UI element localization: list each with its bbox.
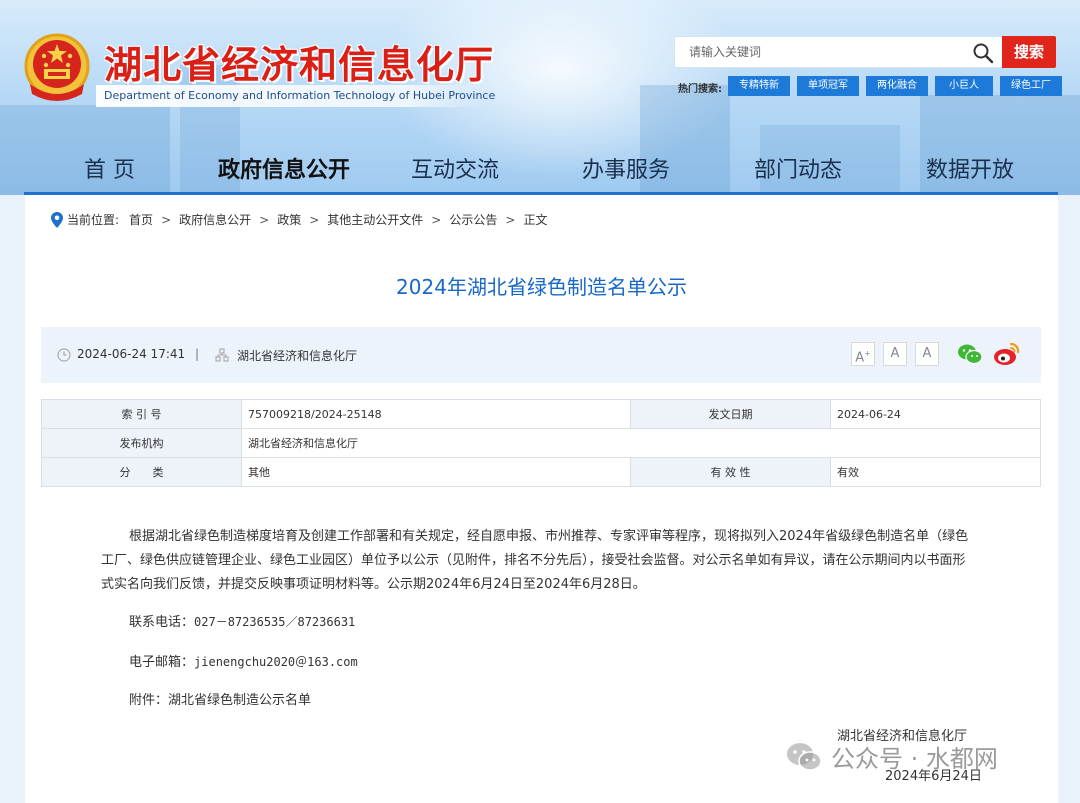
wechat-watermark-icon [787,742,822,771]
article-body: 根据湖北省绿色制造梯度培育及创建工作部署和有关规定，经自愿申报、市州推荐、专家评… [101,525,971,597]
font-size-label: A [855,350,865,366]
publish-datetime: 2024-06-24 17:41 [77,347,186,361]
font-size-increase-button[interactable]: A+ [851,342,875,366]
info-value: 其他 [241,457,631,487]
hot-search-tags: 专精特新 单项冠军 两化融合 小巨人 绿色工厂 [728,76,1062,96]
table-row: 分 类 其他 有 效 性 有效 [41,457,1041,487]
search-icon[interactable] [972,42,994,64]
main-nav: 首 页 政府信息公开 互动交流 办事服务 部门动态 数据开放 [0,148,1080,190]
breadcrumb-link-home[interactable]: 首页 [129,211,153,228]
search-box [674,36,1002,68]
email-address: jienengchu2020＠163.com [194,655,358,669]
hot-search-label: 热门搜索: [678,84,722,95]
nav-item-open-data[interactable]: 数据开放 [926,152,1014,184]
info-value: 2024-06-24 [830,399,1041,429]
attachment-line: 附件：湖北省绿色制造公示名单 [129,689,311,708]
nav-item-services[interactable]: 办事服务 [582,152,670,184]
info-key: 发文日期 [630,399,831,429]
hot-tag[interactable]: 单项冠军 [797,76,859,96]
attachment-link[interactable]: 湖北省绿色制造公示名单 [168,693,311,708]
nav-item-home[interactable]: 首 页 [84,152,135,184]
phone-label: 联系电话： [129,615,195,630]
breadcrumb-link-notices[interactable]: 公示公告 [449,211,497,228]
breadcrumb-separator: > [161,212,172,227]
breadcrumb-label: 当前位置: [67,213,120,227]
article-title: 2024年湖北省绿色制造名单公示 [396,275,687,299]
search-input[interactable] [689,37,959,67]
hot-tag[interactable]: 绿色工厂 [1000,76,1062,96]
weibo-share-icon[interactable] [993,341,1021,367]
attachment-label: 附件： [129,693,169,708]
breadcrumb-separator: > [259,212,270,227]
site-title[interactable]: 湖北省经济和信息化厅 [104,34,494,89]
nav-item-gov-info[interactable]: 政府信息公开 [218,152,350,184]
wechat-share-icon[interactable] [957,343,983,365]
email-label: 电子邮箱： [129,655,195,670]
font-size-label: A [890,346,900,361]
info-key: 有 效 性 [630,457,831,487]
national-emblem-icon[interactable] [22,32,92,104]
info-value: 湖北省经济和信息化厅 [241,428,1041,458]
font-size-decrease-button[interactable]: A [915,342,939,366]
publish-source: 湖北省经济和信息化厅 [237,349,358,363]
info-value: 757009218/2024-25148 [241,399,631,429]
breadcrumb-separator: > [431,212,442,227]
breadcrumb-link-other-files[interactable]: 其他主动公开文件 [327,211,423,228]
breadcrumb-current: 正文 [523,213,548,227]
hot-tag[interactable]: 专精特新 [728,76,790,96]
breadcrumb: 当前位置: 首页 > 政府信息公开 > 政策 > 其他主动公开文件 > 公示公告… [51,211,547,228]
signature-date: 2024年6月24日 [885,769,982,784]
nav-item-interaction[interactable]: 互动交流 [411,152,499,184]
clock-icon [57,348,71,362]
site-header: 湖北省经济和信息化厅 Department of Economy and Inf… [0,0,1080,195]
hot-tag[interactable]: 小巨人 [935,76,993,96]
info-value: 有效 [830,457,1041,487]
info-key: 发布机构 [41,428,242,458]
font-size-default-button[interactable]: A [883,342,907,366]
document-info-table: 索 引 号 757009218/2024-25148 发文日期 2024-06-… [41,399,1041,487]
font-size-label: A [922,346,932,361]
info-key: 索 引 号 [41,399,242,429]
table-row: 索 引 号 757009218/2024-25148 发文日期 2024-06-… [41,399,1041,429]
meta-divider: | [195,347,200,361]
contact-phone-line: 联系电话：027－87236535／87236631 [129,611,355,630]
breadcrumb-link-policy[interactable]: 政策 [277,211,301,228]
location-pin-icon [51,211,63,228]
phone-number: 027－87236535／87236631 [194,615,356,629]
nav-item-news[interactable]: 部门动态 [754,152,842,184]
content-panel: 当前位置: 首页 > 政府信息公开 > 政策 > 其他主动公开文件 > 公示公告… [25,195,1058,803]
breadcrumb-separator: > [309,212,320,227]
hot-tag[interactable]: 两化融合 [866,76,928,96]
breadcrumb-separator: > [505,212,516,227]
article-meta-bar: 2024-06-24 17:41 | 湖北省经济和信息化厅 A+ A A [41,327,1041,383]
organization-icon [215,348,229,362]
contact-email-line: 电子邮箱：jienengchu2020＠163.com [129,651,358,670]
article-paragraph: 根据湖北省绿色制造梯度培育及创建工作部署和有关规定，经自愿申报、市州推荐、专家评… [101,529,969,592]
table-row: 发布机构 湖北省经济和信息化厅 [41,428,1041,458]
info-key: 分 类 [41,457,242,487]
site-subtitle: Department of Economy and Information Te… [96,85,495,107]
breadcrumb-link-gov-info[interactable]: 政府信息公开 [179,211,251,228]
search-button[interactable]: 搜索 [1002,36,1056,68]
